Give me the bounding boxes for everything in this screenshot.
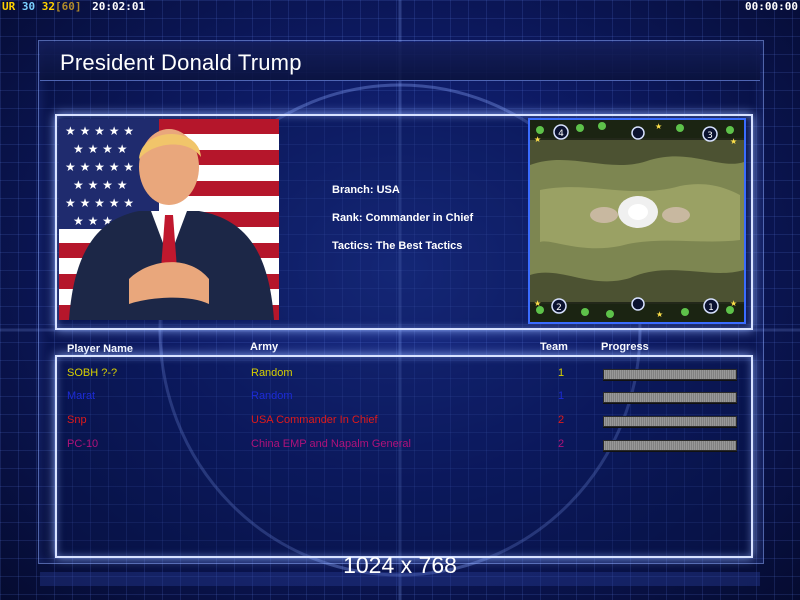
map-start-label: 3 xyxy=(707,131,713,141)
svg-text:★: ★ xyxy=(656,310,663,319)
player-progress-bar xyxy=(603,416,737,427)
resolution-label: 1024 x 768 xyxy=(343,552,457,578)
player-army: Random xyxy=(251,390,293,402)
column-header-army: Army xyxy=(250,341,279,353)
player-row: SOBH ?-? Random 1 xyxy=(0,367,800,385)
player-name: SOBH ?-? xyxy=(67,367,118,379)
player-team: 2 xyxy=(558,438,565,450)
map-start-label: 2 xyxy=(556,303,562,313)
map-start-label: 4 xyxy=(558,129,564,139)
player-name: Marat xyxy=(67,390,96,402)
svg-text:★ ★ ★ ★: ★ ★ ★ ★ xyxy=(73,178,127,192)
map-start-1[interactable]: 1 xyxy=(703,298,719,314)
hud-top-left: UR 30 32[60] 20:02:01 xyxy=(2,0,145,13)
player-name: PC-10 xyxy=(67,438,99,450)
hud-value-1: 30 xyxy=(21,0,36,13)
svg-text:★: ★ xyxy=(534,299,541,308)
map-preview[interactable]: ★ ★ ★ ★ ★ ★ 4 3 2 1 xyxy=(528,118,746,324)
player-name: Snp xyxy=(67,414,87,426)
general-branch: Branch: USA xyxy=(332,184,400,196)
player-row: PC-10 China EMP and Napalm General 2 xyxy=(0,438,800,456)
hud-value-2: 32 xyxy=(41,0,55,13)
column-header-team: Team xyxy=(540,341,568,353)
general-portrait: ★ ★ ★ ★ ★ ★ ★ ★ ★ ★ ★ ★ ★ ★ ★ ★ ★ ★ ★ ★ … xyxy=(59,119,279,320)
player-progress-bar xyxy=(603,369,737,380)
hud-clock: 20:02:01 xyxy=(92,0,146,13)
player-army: USA Commander In Chief xyxy=(251,414,378,426)
svg-text:★: ★ xyxy=(534,135,541,144)
map-start-2[interactable]: 2 xyxy=(551,298,567,314)
map-start-3[interactable]: 3 xyxy=(702,126,718,142)
svg-text:★: ★ xyxy=(655,122,662,131)
svg-text:★ ★ ★ ★ ★: ★ ★ ★ ★ ★ xyxy=(65,124,134,138)
hud-timer: 00:00:00 xyxy=(745,0,798,13)
hud-label: UR xyxy=(2,0,16,13)
player-army: China EMP and Napalm General xyxy=(251,438,411,450)
player-team: 1 xyxy=(558,367,565,379)
players-panel xyxy=(55,355,753,558)
map-start-4[interactable]: 4 xyxy=(553,124,569,140)
column-header-progress: Progress xyxy=(601,341,649,353)
svg-text:★: ★ xyxy=(730,137,737,146)
player-row: Marat Random 1 xyxy=(0,390,800,408)
player-progress-bar xyxy=(603,392,737,403)
svg-text:★ ★ ★ ★ ★: ★ ★ ★ ★ ★ xyxy=(65,160,134,174)
player-row: Snp USA Commander In Chief 2 xyxy=(0,414,800,432)
player-army: Random xyxy=(251,367,293,379)
general-tactics: Tactics: The Best Tactics xyxy=(332,240,463,252)
map-start-label: 1 xyxy=(708,303,714,313)
svg-text:★ ★ ★ ★: ★ ★ ★ ★ xyxy=(73,142,127,156)
svg-text:★: ★ xyxy=(730,299,737,308)
column-header-player-name: Player Name xyxy=(67,343,134,355)
page-title: President Donald Trump xyxy=(60,50,302,75)
player-progress-bar xyxy=(603,440,737,451)
hud-value-3: [60] xyxy=(55,0,82,13)
player-team: 2 xyxy=(558,414,565,426)
general-rank: Rank: Commander in Chief xyxy=(332,212,474,224)
player-team: 1 xyxy=(558,390,565,402)
svg-text:★ ★ ★ ★ ★: ★ ★ ★ ★ ★ xyxy=(65,196,134,210)
